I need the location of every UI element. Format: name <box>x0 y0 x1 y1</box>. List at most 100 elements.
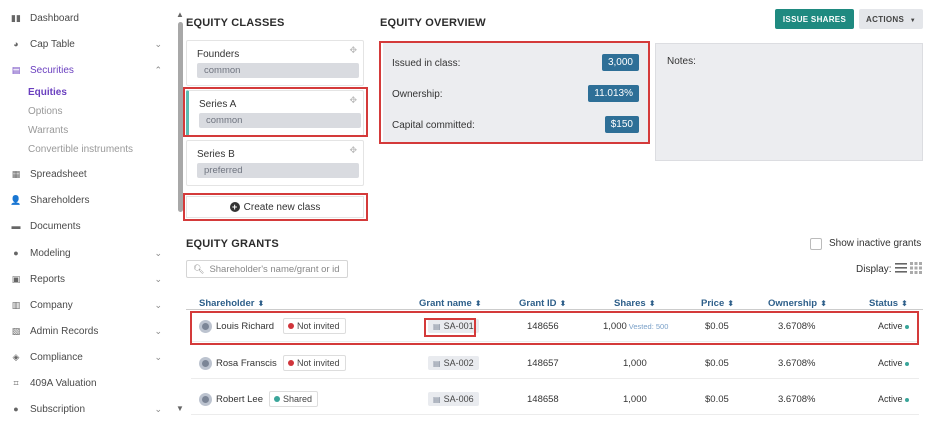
status-dot-icon <box>904 397 909 402</box>
column-header-shareholder[interactable]: Shareholder ⬍ <box>199 298 264 309</box>
equity-grants-title: EQUITY GRANTS <box>186 238 279 250</box>
shareholder-name[interactable]: Rosa Franscis <box>216 358 277 369</box>
shares-value: 1,000 <box>623 394 647 405</box>
scroll-down-arrow[interactable]: ▼ <box>176 404 184 413</box>
sidebar-item-label: Subscription <box>30 403 86 415</box>
list-view-icon[interactable] <box>895 262 907 274</box>
document-icon: ▤ <box>433 359 441 368</box>
column-header-grant-name[interactable]: Grant name ⬍ <box>419 298 482 309</box>
chevron-down-icon: ⌄ <box>154 325 162 336</box>
class-card-founders[interactable]: Founders ✥ common <box>186 40 364 86</box>
price: $0.05 <box>705 358 729 369</box>
column-header-grant-id[interactable]: Grant ID ⬍ <box>519 298 566 309</box>
grant-name-badge[interactable]: ▤ SA-001 <box>428 319 479 333</box>
create-class-label: Create new class <box>243 201 321 213</box>
grant-name-badge[interactable]: ▤ SA-006 <box>428 392 479 406</box>
scrollbar-thumb[interactable] <box>178 22 183 212</box>
grid-view-icon[interactable] <box>910 262 922 274</box>
status-dot-icon <box>904 361 909 366</box>
sidebar-subitem-equities[interactable]: Equities <box>28 84 67 100</box>
sidebar-item-label: 409A Valuation <box>30 377 97 389</box>
scroll-up-arrow[interactable]: ▲ <box>176 10 184 19</box>
sidebar-subitem-convertible[interactable]: Convertible instruments <box>28 141 133 157</box>
sidebar-item-spreadsheet[interactable]: ▦ Spreadsheet <box>10 164 170 184</box>
grant-search-box[interactable]: 🔍︎ <box>186 260 348 278</box>
chevron-down-icon: ⌄ <box>154 299 162 310</box>
column-header-price[interactable]: Price ⬍ <box>701 298 734 309</box>
status-label: Active <box>878 321 903 331</box>
move-icon[interactable]: ✥ <box>349 95 357 106</box>
sidebar-item-label: Compliance <box>30 351 83 363</box>
column-header-ownership[interactable]: Ownership ⬍ <box>768 298 827 309</box>
ownership: 3.6708% <box>778 358 816 369</box>
ownership-value: 11.013% <box>588 85 639 102</box>
table-row[interactable]: Robert Lee Shared ▤ SA-006 148658 1,000 $… <box>191 385 919 415</box>
issue-shares-button[interactable]: ISSUE SHARES <box>775 9 854 29</box>
actions-label: ACTIONS <box>866 14 905 24</box>
document-icon: ▤ <box>433 395 441 404</box>
class-card-series-b[interactable]: Series B ✥ preferred <box>186 140 364 186</box>
sidebar-item-securities[interactable]: ▤ Securities ⌃ <box>10 60 170 80</box>
invite-status-label: Shared <box>283 394 313 404</box>
folder-icon: ▬ <box>11 221 21 231</box>
move-icon[interactable]: ✥ <box>349 45 357 56</box>
grant-name: SA-001 <box>443 321 474 331</box>
column-label: Status <box>869 298 899 309</box>
column-label: Price <box>701 298 725 309</box>
actions-dropdown-button[interactable]: ACTIONS ▼ <box>859 9 923 29</box>
sidebar-item-label: Admin Records <box>30 325 99 337</box>
sidebar-item-shareholders[interactable]: 👤 Shareholders <box>10 190 170 210</box>
sidebar-subitem-warrants[interactable]: Warrants <box>28 122 68 138</box>
invite-status-badge[interactable]: Not invited <box>283 318 346 334</box>
column-label: Shareholder <box>199 298 255 309</box>
shareholder-name[interactable]: Louis Richard <box>216 321 274 332</box>
shares-value: 1,000 <box>623 358 647 369</box>
sidebar-item-compliance[interactable]: ◈ Compliance ⌄ <box>10 347 170 367</box>
chevron-up-icon: ⌃ <box>154 64 162 75</box>
clipboard-icon: ▤ <box>11 64 21 75</box>
valuation-icon: ⌗ <box>13 377 19 388</box>
class-card-series-a[interactable]: Series A ✥ common <box>186 90 364 136</box>
create-new-class-button[interactable]: + Create new class <box>186 196 364 218</box>
column-label: Grant ID <box>519 298 557 309</box>
sidebar-item-reports[interactable]: ▣ Reports ⌄ <box>10 269 170 289</box>
status-dot-icon <box>274 395 280 402</box>
sort-icon: ⬍ <box>648 299 656 308</box>
column-header-shares[interactable]: Shares ⬍ <box>614 298 655 309</box>
sort-icon: ⬍ <box>901 299 908 308</box>
sidebar-item-documents[interactable]: ▬ Documents <box>10 216 170 236</box>
shareholder-name[interactable]: Robert Lee <box>216 394 263 405</box>
invite-status-badge[interactable]: Not invited <box>283 355 346 371</box>
table-row[interactable]: Louis Richard Not invited ▤ SA-001 148656… <box>191 312 919 342</box>
move-icon[interactable]: ✥ <box>349 145 357 156</box>
sidebar-item-admin-records[interactable]: ▧ Admin Records ⌄ <box>10 321 170 341</box>
sidebar-item-label: Modeling <box>30 247 71 259</box>
grant-id: 148657 <box>527 358 559 369</box>
caret-down-icon: ▼ <box>909 17 916 24</box>
class-name: Series A <box>199 99 237 110</box>
sidebar-item-label: Company <box>30 299 73 311</box>
grant-name-badge[interactable]: ▤ SA-002 <box>428 356 479 370</box>
sidebar: ▮▮ Dashboard ◕ Cap Table ⌄ ▤ Securities … <box>0 0 175 428</box>
column-header-status[interactable]: Status ⬍ <box>869 298 908 309</box>
sidebar-item-company[interactable]: ▥ Company ⌄ <box>10 295 170 315</box>
grant-name: SA-002 <box>443 358 474 368</box>
sidebar-item-409a-valuation[interactable]: ⌗ 409A Valuation <box>10 373 170 393</box>
search-input[interactable] <box>209 263 346 275</box>
sidebar-item-cap-table[interactable]: ◕ Cap Table ⌄ <box>10 34 170 54</box>
notes-panel[interactable]: Notes: <box>655 43 923 161</box>
invite-status-badge[interactable]: Shared <box>269 391 319 407</box>
grant-id: 148656 <box>527 321 559 332</box>
column-label: Grant name <box>419 298 472 309</box>
table-row[interactable]: Rosa Franscis Not invited ▤ SA-002 148657… <box>191 349 919 379</box>
chevron-down-icon: ⌄ <box>154 247 162 258</box>
chevron-down-icon: ⌄ <box>154 351 162 362</box>
vested-value: Vested: 500 <box>628 322 669 331</box>
price: $0.05 <box>705 394 729 405</box>
show-inactive-checkbox[interactable] <box>810 238 822 250</box>
sidebar-item-dashboard[interactable]: ▮▮ Dashboard <box>10 8 170 28</box>
sidebar-subitem-options[interactable]: Options <box>28 103 62 119</box>
chevron-down-icon: ⌄ <box>154 273 162 284</box>
sidebar-item-modeling[interactable]: ● Modeling ⌄ <box>10 243 170 263</box>
sidebar-item-subscription[interactable]: ● Subscription ⌄ <box>10 399 170 419</box>
